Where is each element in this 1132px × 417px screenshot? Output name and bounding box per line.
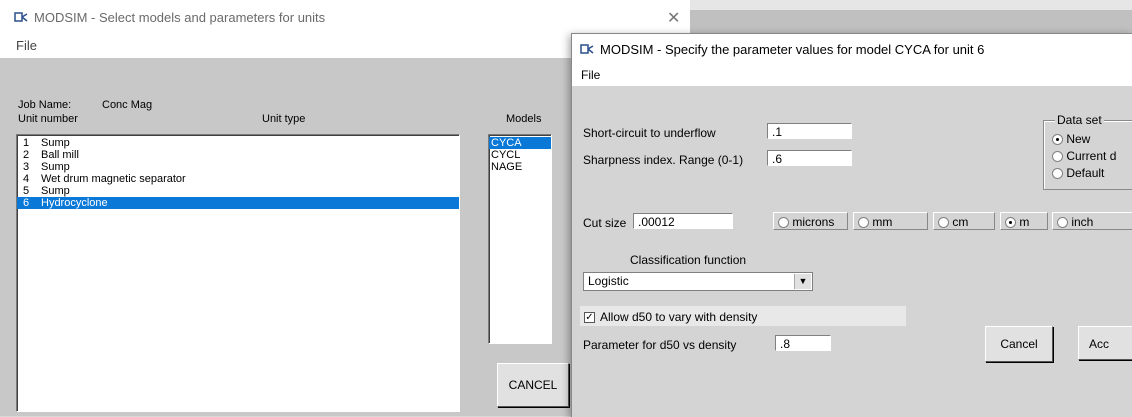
radio-unit-microns[interactable]: microns (773, 212, 848, 230)
app-icon (580, 44, 594, 54)
models-list[interactable]: CYCA CYCL NAGE (488, 134, 552, 344)
classification-label: Classification function (630, 253, 747, 267)
dialog-title: MODSIM - Specify the parameter values fo… (600, 42, 985, 57)
unit-type-header: Unit type (262, 113, 306, 125)
job-name-value: Conc Mag (102, 99, 153, 111)
list-item[interactable]: 3 Sump (17, 161, 459, 173)
list-item[interactable]: 2 Ball mill (17, 149, 459, 161)
menu-file[interactable]: File (581, 68, 600, 82)
list-item[interactable]: 1 Sump (17, 137, 459, 149)
parameter-dialog: MODSIM - Specify the parameter values fo… (571, 33, 1132, 417)
list-item-selected[interactable]: 6 Hydrocyclone (17, 197, 459, 209)
menu-file[interactable]: File (16, 38, 37, 53)
job-name-label: Job Name: (18, 99, 72, 111)
radio-unit-m[interactable]: m (1000, 212, 1048, 230)
radio-unit-inch[interactable]: inch (1052, 212, 1132, 230)
models-header: Models (506, 113, 542, 125)
dialog-menubar: File (572, 64, 1132, 86)
accept-button[interactable]: Acc (1078, 326, 1132, 360)
cut-size-label: Cut size (583, 216, 627, 230)
unit-list[interactable]: 1 Sump 2 Ball mill 3 Sump 4 Wet drum magneti… (16, 134, 460, 412)
cut-size-input[interactable]: .00012 (633, 213, 733, 229)
close-icon[interactable]: ✕ (667, 8, 680, 28)
chevron-down-icon[interactable]: ▼ (794, 274, 811, 289)
back-window-title: MODSIM - Select models and parameters fo… (34, 10, 326, 25)
cancel-button[interactable]: CANCEL (497, 363, 569, 407)
data-set-label: Data set (1055, 113, 1104, 127)
list-item[interactable]: 4 Wet drum magnetic separator (17, 173, 459, 185)
sharpness-input[interactable]: .6 (767, 150, 852, 166)
dialog-cancel-button[interactable]: Cancel (985, 326, 1053, 362)
model-item[interactable]: NAGE (489, 161, 551, 173)
unit-number-header: Unit number (18, 113, 78, 125)
list-item[interactable]: 5 Sump (17, 185, 459, 197)
short-circuit-label: Short-circuit to underflow (583, 126, 716, 140)
radio-data-default[interactable]: Default (1052, 166, 1104, 180)
dialog-titlebar[interactable]: MODSIM - Specify the parameter values fo… (572, 34, 1132, 64)
radio-unit-mm[interactable]: mm (853, 212, 928, 230)
model-item[interactable]: CYCL (489, 149, 551, 161)
radio-data-new[interactable]: New (1052, 132, 1090, 146)
d50-param-label: Parameter for d50 vs density (583, 338, 737, 352)
radio-unit-cm[interactable]: cm (933, 212, 995, 230)
short-circuit-input[interactable]: .1 (767, 123, 852, 139)
allow-d50-label: Allow d50 to vary with density (600, 310, 758, 324)
model-item-selected[interactable]: CYCA (489, 137, 551, 149)
check-icon[interactable]: ✓ (584, 312, 595, 324)
app-icon (14, 12, 28, 22)
back-window-titlebar[interactable]: MODSIM - Select models and parameters fo… (0, 0, 690, 34)
allow-d50-row[interactable]: ✓ Allow d50 to vary with density (580, 306, 906, 326)
classification-select[interactable]: Logistic ▼ (583, 272, 813, 291)
sharpness-label: Sharpness index. Range (0-1) (583, 153, 744, 167)
d50-param-input[interactable]: .8 (775, 335, 831, 351)
classification-value: Logistic (588, 274, 629, 288)
radio-data-current[interactable]: Current d (1052, 149, 1116, 163)
